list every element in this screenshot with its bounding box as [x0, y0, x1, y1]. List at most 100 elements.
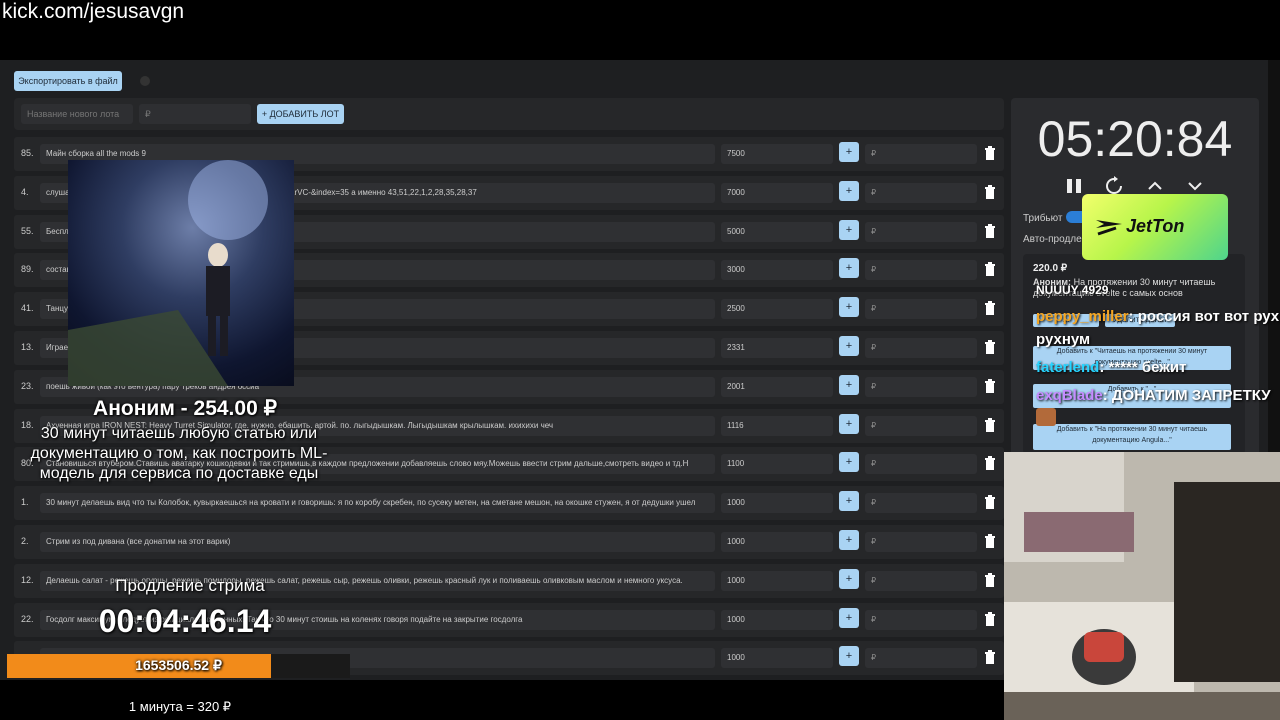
extension-label: Продление стрима [115, 576, 265, 595]
chat-username: exqBlade [1036, 387, 1103, 404]
new-lot-price-input[interactable] [139, 104, 251, 124]
lot-price-field[interactable]: 1000 [721, 648, 833, 668]
covered-chat-text: NUUUY 4929 [1036, 283, 1109, 297]
lot-add-amount-field[interactable]: ₽ [865, 454, 977, 474]
lot-add-amount-button[interactable]: + [839, 336, 859, 356]
lot-name-field[interactable]: 30 минут делаешь вид что ты Колобок, кув… [40, 493, 715, 513]
lot-price-field[interactable]: 1116 [721, 416, 833, 436]
extension-timer: 00:04:46.14 [98, 603, 272, 639]
chat-username: peppy_miller [1036, 308, 1129, 325]
lot-add-amount-button[interactable]: + [839, 142, 859, 162]
pause-icon[interactable] [1064, 176, 1084, 196]
trash-icon[interactable] [984, 650, 996, 664]
chat-emote-icon [1036, 408, 1056, 426]
total-amount: 1653506.52 ₽ [7, 657, 350, 674]
trash-icon[interactable] [984, 262, 996, 276]
lot-add-amount-field[interactable]: ₽ [865, 493, 977, 513]
lot-add-amount-field[interactable]: ₽ [865, 260, 977, 280]
lot-add-amount-button[interactable]: + [839, 452, 859, 472]
trash-icon[interactable] [984, 185, 996, 199]
lot-price-field[interactable]: 5000 [721, 222, 833, 242]
lot-price-field[interactable]: 1000 [721, 532, 833, 552]
chevron-up-icon[interactable] [1145, 176, 1165, 196]
lot-price-field[interactable]: 2331 [721, 338, 833, 358]
chat-message: exqBlade: ДОНАТИМ ЗАПРЕТКУ [1036, 387, 1271, 405]
lot-add-amount-field[interactable]: ₽ [865, 338, 977, 358]
reset-icon[interactable] [1104, 176, 1124, 196]
auction-timer: 05:20:84 [1037, 111, 1233, 167]
lot-number: 23. [21, 381, 34, 391]
trash-icon[interactable] [984, 418, 996, 432]
lot-add-amount-field[interactable]: ₽ [865, 144, 977, 164]
media-clip [68, 160, 294, 386]
lot-price-field[interactable]: 7000 [721, 183, 833, 203]
lot-add-amount-field[interactable]: ₽ [865, 610, 977, 630]
lot-add-amount-field[interactable]: ₽ [865, 416, 977, 436]
lot-add-amount-button[interactable]: + [839, 258, 859, 278]
performer-figure-icon [68, 160, 268, 386]
sponsor-logo: JetTon [1082, 194, 1228, 260]
trash-icon[interactable] [984, 301, 996, 315]
lot-add-amount-field[interactable]: ₽ [865, 377, 977, 397]
lot-number: 13. [21, 342, 34, 352]
lot-number: 4. [21, 187, 29, 197]
stream-top-band [0, 0, 1280, 60]
lot-number: 55. [21, 226, 34, 236]
lot-name-field[interactable]: Стрим из под дивана (все донатим на этот… [40, 532, 715, 552]
chat-message: peppy_miller: россия вот вот рухнум [1036, 308, 1280, 326]
trash-icon[interactable] [984, 379, 996, 393]
tribute-label: Трибьют [1023, 213, 1063, 224]
chat-text: : ***** бежит [1099, 359, 1187, 376]
lot-add-amount-field[interactable]: ₽ [865, 299, 977, 319]
trash-icon[interactable] [984, 224, 996, 238]
trash-icon[interactable] [984, 456, 996, 470]
lot-add-amount-button[interactable]: + [839, 608, 859, 628]
lot-row: 1. 30 минут делаешь вид что ты Колобок, к… [14, 486, 1004, 520]
lot-number: 22. [21, 614, 34, 624]
chat-text-wrap: рухнум [1036, 331, 1091, 348]
trash-icon[interactable] [984, 340, 996, 354]
donation-alert-text: 30 минут читаешь любую статью или докуме… [30, 425, 328, 482]
new-lot-name-input[interactable] [21, 104, 133, 124]
trash-icon[interactable] [984, 612, 996, 626]
export-button[interactable]: Экспортировать в файл [14, 71, 122, 91]
chat-username: faterlend [1036, 359, 1100, 376]
lot-price-field[interactable]: 7500 [721, 144, 833, 164]
lot-price-field[interactable]: 2001 [721, 377, 833, 397]
trash-icon[interactable] [984, 573, 996, 587]
lot-price-field[interactable]: 2500 [721, 299, 833, 319]
webcam-feed [1004, 452, 1280, 720]
lot-price-field[interactable]: 3000 [721, 260, 833, 280]
lot-row: 2. Стрим из под дивана (все донатим на эт… [14, 525, 1004, 559]
lot-add-amount-button[interactable]: + [839, 491, 859, 511]
add-lot-button[interactable]: + ДОБАВИТЬ ЛОТ [257, 104, 344, 124]
lot-number: 1. [21, 497, 29, 507]
lot-price-field[interactable]: 1000 [721, 610, 833, 630]
lot-add-amount-button[interactable]: + [839, 297, 859, 317]
total-amount-value: 1653506.52 ₽ [135, 657, 222, 673]
add-to-lot-button[interactable]: Добавить к "На протяжении 30 минут читае… [1033, 424, 1231, 450]
donation-amount: 220.0 ₽ [1033, 263, 1068, 274]
chat-text: : ДОНАТИМ ЗАПРЕТКУ [1102, 387, 1271, 404]
lot-add-amount-button[interactable]: + [839, 375, 859, 395]
lot-add-amount-field[interactable]: ₽ [865, 532, 977, 552]
lot-add-amount-field[interactable]: ₽ [865, 222, 977, 242]
trash-icon[interactable] [984, 146, 996, 160]
lot-price-field[interactable]: 1100 [721, 454, 833, 474]
lot-add-amount-field[interactable]: ₽ [865, 183, 977, 203]
lot-add-amount-button[interactable]: + [839, 569, 859, 589]
lot-add-amount-button[interactable]: + [839, 530, 859, 550]
lot-add-amount-button[interactable]: + [839, 414, 859, 434]
lot-add-amount-button[interactable]: + [839, 646, 859, 666]
trash-icon[interactable] [984, 495, 996, 509]
trash-icon[interactable] [984, 534, 996, 548]
lot-add-amount-field[interactable]: ₽ [865, 571, 977, 591]
auto-extend-label: Авто-продле [1023, 234, 1082, 245]
lot-add-amount-field[interactable]: ₽ [865, 648, 977, 668]
lot-price-field[interactable]: 1000 [721, 493, 833, 513]
chevron-down-icon[interactable] [1185, 176, 1205, 196]
webcam-scene-icon [1004, 452, 1280, 720]
lot-price-field[interactable]: 1000 [721, 571, 833, 591]
lot-add-amount-button[interactable]: + [839, 181, 859, 201]
lot-add-amount-button[interactable]: + [839, 220, 859, 240]
